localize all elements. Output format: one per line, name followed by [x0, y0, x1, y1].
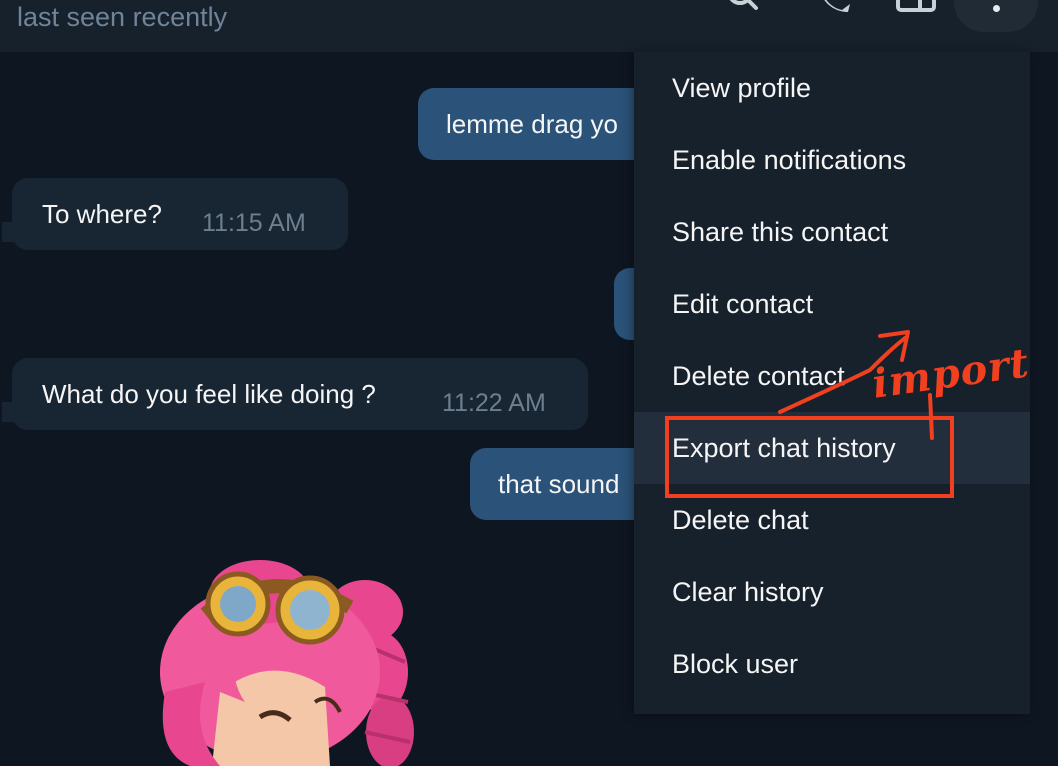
message-bubble[interactable]: What do you feel like doing ? 11:22 AM: [12, 358, 588, 430]
contact-status: last seen recently: [17, 2, 228, 32]
message-text: To where?: [42, 199, 162, 229]
sidebar-icon[interactable]: [896, 0, 938, 14]
phone-icon[interactable]: [818, 0, 854, 14]
menu-item-view-profile[interactable]: View profile: [634, 52, 1030, 124]
sticker-image[interactable]: [150, 552, 440, 766]
message-bubble[interactable]: that sound: [470, 448, 658, 520]
menu-item-edit-contact[interactable]: Edit contact: [634, 268, 1030, 340]
message-text: What do you feel like doing ?: [42, 379, 376, 409]
message-text: that sound: [498, 469, 620, 499]
menu-item-enable-notifications[interactable]: Enable notifications: [634, 124, 1030, 196]
more-icon: [993, 5, 1000, 12]
message-text: lemme drag yo: [446, 109, 618, 139]
menu-item-export-chat-history[interactable]: Export chat history: [634, 412, 1030, 484]
menu-item-share-contact[interactable]: Share this contact: [634, 196, 1030, 268]
menu-item-delete-chat[interactable]: Delete chat: [634, 484, 1030, 556]
message-time: 11:15 AM: [202, 209, 306, 237]
message-bubble[interactable]: To where? 11:15 AM: [12, 178, 348, 250]
menu-item-block-user[interactable]: Block user: [634, 628, 1030, 700]
message-bubble[interactable]: lemme drag yo: [418, 88, 658, 160]
menu-item-clear-history[interactable]: Clear history: [634, 556, 1030, 628]
message-time: 11:22 AM: [442, 389, 546, 417]
search-icon[interactable]: [722, 0, 762, 14]
more-button[interactable]: [954, 0, 1038, 32]
chat-header: last seen recently: [0, 0, 1058, 52]
